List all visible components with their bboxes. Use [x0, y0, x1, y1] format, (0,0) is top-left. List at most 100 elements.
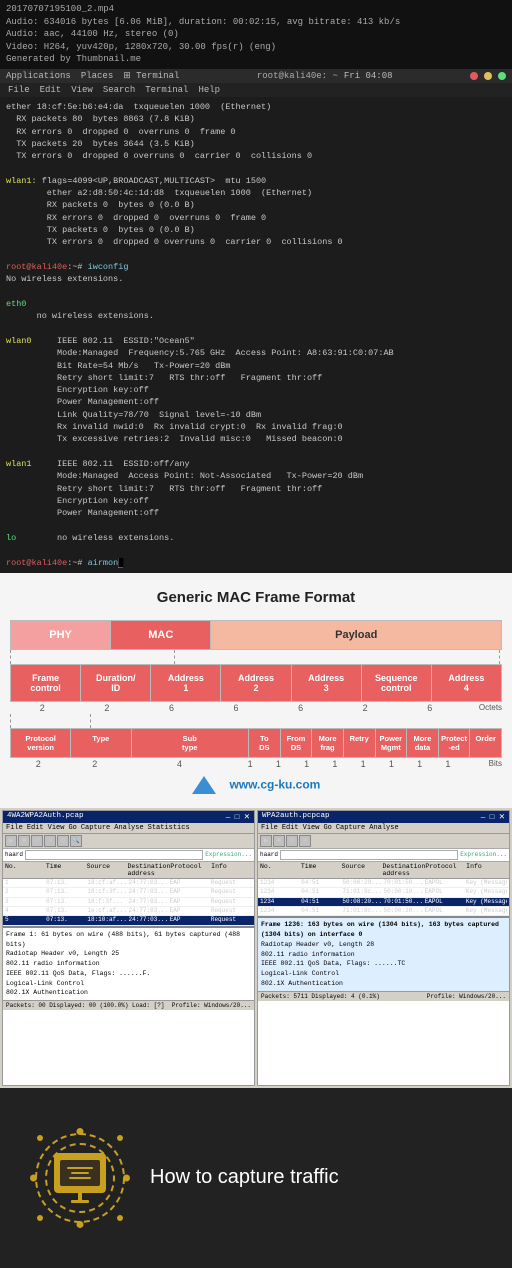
proto-version-cell: Protocolversion — [11, 729, 71, 757]
terminal-title-left: Applications Places ⊞ Terminal — [6, 71, 179, 81]
monitor-icon — [54, 1153, 106, 1203]
ws-right-toolbar: ▶ ■ ↺ ✕ — [258, 834, 509, 849]
ws-left-filter-input[interactable] — [25, 850, 203, 860]
toolbar-btn[interactable]: 🔍 — [70, 835, 82, 847]
ws-right-row-3[interactable]: 123404:5150:08:20...70:01:50...EAPOLKey … — [258, 898, 509, 907]
expression-label-r[interactable]: Expression... — [460, 851, 507, 858]
from-ds-cell: FromDS — [281, 729, 313, 757]
mac-frame-section: Generic MAC Frame Format PHY MAC Payload… — [0, 573, 512, 808]
col-src-r: Source — [342, 863, 383, 877]
col-no-r: No. — [260, 863, 301, 877]
toolbar-btn[interactable]: ↺ — [31, 835, 43, 847]
ws-left-titlebar: 4WA2WPA2Auth.pcap — □ ✕ — [3, 811, 254, 823]
toolbar-btn-r[interactable]: ↺ — [286, 835, 298, 847]
ws-menu-view[interactable]: View — [48, 824, 65, 832]
more-data-cell: Moredata — [407, 729, 439, 757]
menu-help[interactable]: Help — [198, 85, 220, 95]
video-info-line1: Audio: 634016 bytes [6.06 MiB], duration… — [6, 16, 506, 29]
menu-edit[interactable]: Edit — [40, 85, 62, 95]
ws-left-row-4[interactable]: 407:13.1e:cf:af...24:77:03...EAPRequest — [3, 907, 254, 916]
ws-right-row-2[interactable]: 123404:5171:01:9c...50:00:10...EAPOLKey … — [258, 888, 509, 897]
ws-menu-analyse-r[interactable]: Analyse — [369, 824, 398, 832]
filter-label: haard — [5, 851, 23, 858]
ws-left-toolbar: ▶ ■ ↺ ✕ ⚙ 🔍 — [3, 834, 254, 849]
col-info-r: Info — [466, 863, 507, 877]
expression-label[interactable]: Expression... — [205, 851, 252, 858]
ws-left-status-text: Packets: 00 Displayed: 00 (100.0%) Load:… — [6, 1002, 164, 1009]
ws-left-row-2[interactable]: 207:13.18:cf:3f...24:77:03...EAPRequest — [3, 888, 254, 897]
terminal-menu-item[interactable]: ⊞ Terminal — [123, 71, 179, 81]
capture-section: How to capture traffic — [0, 1088, 512, 1268]
seq-control-cell: Sequencecontrol — [362, 665, 432, 701]
ws-left-row-1[interactable]: 107:13.18:cf:af...24:77:03...EAPRequest — [3, 879, 254, 888]
ws-right-row-4[interactable]: 123404:5171:01:9c...50:00:20...EAPOLKey … — [258, 907, 509, 916]
duration-id-cell: Duration/ID — [81, 665, 151, 701]
mac-frame-title: Generic MAC Frame Format — [10, 589, 502, 606]
ws-menu-statistics[interactable]: Statistics — [148, 824, 190, 832]
ws-right-status-text: Packets: 5711 Displayed: 4 (0.1%) — [261, 993, 380, 1000]
places-menu[interactable]: Places — [81, 71, 113, 81]
wireshark-left-panel: 4WA2WPA2Auth.pcap — □ ✕ File Edit View G… — [2, 810, 255, 1086]
protected-cell: Protect-ed — [439, 729, 471, 757]
ws-left-statusbar: Packets: 00 Displayed: 00 (100.0%) Load:… — [3, 1000, 254, 1010]
ws-menu-go-r[interactable]: Go — [323, 824, 331, 832]
ws-menu-file[interactable]: File — [6, 824, 23, 832]
terminal-body: ether 18:cf:5e:b6:e4:da txqueuelen 1000 … — [0, 97, 512, 573]
ws-right-row-1[interactable]: 123404:5150:00:20...70:01:50...EAPOLKey … — [258, 879, 509, 888]
sub-connector — [10, 714, 91, 728]
ws-right-filter-bar: haard Expression... — [258, 849, 509, 862]
toolbar-btn[interactable]: ✕ — [44, 835, 56, 847]
ws-left-row-5[interactable]: 507:13.18:10:af...24:77:03...EAPRequest — [3, 916, 254, 925]
mac-sub-row: Protocolversion Type Subtype ToDS FromDS… — [10, 728, 502, 758]
capture-icon — [30, 1128, 130, 1228]
mac-top-row: PHY MAC Payload — [10, 620, 502, 650]
toolbar-btn[interactable]: ■ — [18, 835, 30, 847]
filter-label-r: haard — [260, 851, 278, 858]
ws-left-title: 4WA2WPA2Auth.pcap — [7, 812, 84, 822]
capture-icon-area — [30, 1128, 130, 1228]
capture-title: How to capture traffic — [150, 1166, 339, 1189]
ws-right-statusbar: Packets: 5711 Displayed: 4 (0.1%) Profil… — [258, 991, 509, 1001]
video-info-line4: Generated by Thumbnail.me — [6, 53, 506, 66]
toolbar-btn-r[interactable]: ▶ — [260, 835, 272, 847]
more-frag-cell: Morefrag — [312, 729, 344, 757]
address1-cell: Address1 — [151, 665, 221, 701]
wireshark-section: 4WA2WPA2Auth.pcap — □ ✕ File Edit View G… — [0, 808, 512, 1088]
ws-menu-analyse[interactable]: Analyse — [114, 824, 143, 832]
ws-menu-edit-r[interactable]: Edit — [282, 824, 299, 832]
toolbar-btn-r[interactable]: ■ — [273, 835, 285, 847]
ws-left-profile: Profile: Windows/20... — [172, 1002, 251, 1009]
address2-cell: Address2 — [221, 665, 291, 701]
menu-search[interactable]: Search — [103, 85, 135, 95]
ws-menu-edit[interactable]: Edit — [27, 824, 44, 832]
ws-menu-file-r[interactable]: File — [261, 824, 278, 832]
ws-menu-capture[interactable]: Capture — [81, 824, 110, 832]
menu-view[interactable]: View — [71, 85, 93, 95]
ws-menu-go[interactable]: Go — [68, 824, 76, 832]
toolbar-btn-r[interactable]: ✕ — [299, 835, 311, 847]
ws-menu-view-r[interactable]: View — [303, 824, 320, 832]
ws-right-titlebar: WPA2auth.pcpcap — □ ✕ — [258, 811, 509, 823]
applications-menu[interactable]: Applications — [6, 71, 71, 81]
close-dot[interactable] — [470, 72, 478, 80]
ws-right-filter-input[interactable] — [280, 850, 458, 860]
col-dst: Destination address — [127, 863, 170, 877]
maximize-dot[interactable] — [498, 72, 506, 80]
toolbar-btn[interactable]: ⚙ — [57, 835, 69, 847]
sub-type-cell: Subtype — [132, 729, 250, 757]
sub-numbers-row: 2 2 4 11111111 Bits — [10, 758, 502, 770]
menu-file[interactable]: File — [8, 85, 30, 95]
ws-left-row-3[interactable]: 307:13.18:f:3f...24:77:03...EAPRequest — [3, 898, 254, 907]
menu-terminal[interactable]: Terminal — [145, 85, 188, 95]
col-time-r: Time — [301, 863, 342, 877]
mac-mid-row: Framecontrol Duration/ID Address1 Addres… — [10, 664, 502, 702]
toolbar-btn[interactable]: ▶ — [5, 835, 17, 847]
phy-cell: PHY — [11, 621, 111, 649]
address3-cell: Address3 — [292, 665, 362, 701]
minimize-dot[interactable] — [484, 72, 492, 80]
video-info-bar: 20170707195100_2.mp4 Audio: 634016 bytes… — [0, 0, 512, 69]
ws-menu-capture-r[interactable]: Capture — [336, 824, 365, 832]
ws-left-menubar: File Edit View Go Capture Analyse Statis… — [3, 823, 254, 834]
terminal-controls — [470, 72, 506, 80]
to-ds-cell: ToDS — [249, 729, 281, 757]
